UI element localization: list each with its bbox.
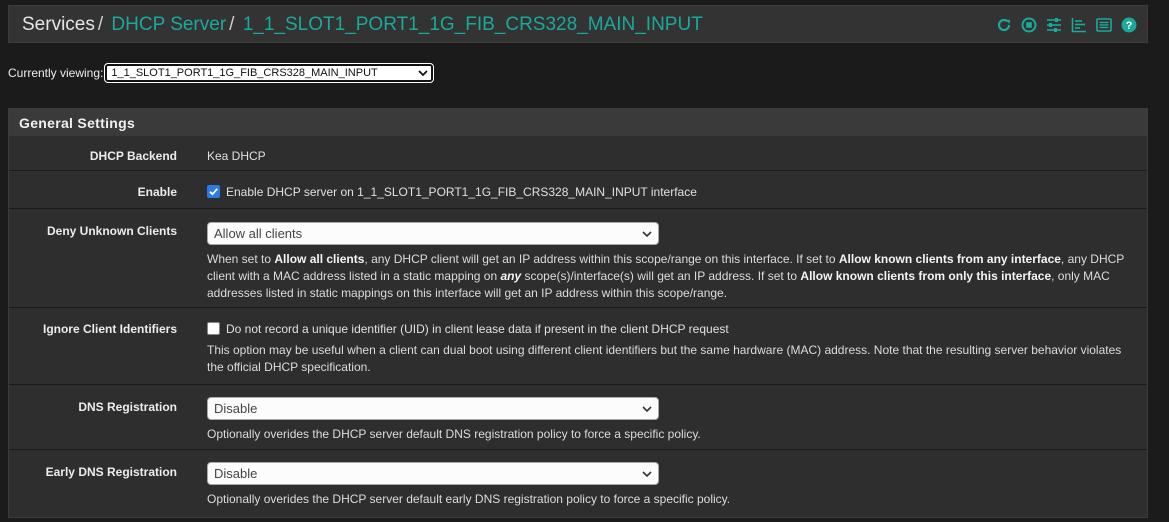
ignore-client-identifiers-field: Do not record a unique identifier (UID) … — [207, 321, 1131, 376]
interface-select-value: 1_1_SLOT1_PORT1_1G_FIB_CRS328_MAIN_INPUT — [111, 67, 378, 79]
breadcrumb: Services / DHCP Server/ 1_1_SLOT1_PORT1_1… — [22, 14, 703, 36]
row-enable: Enable Enable DHCP server on 1_1_SLOT1_P… — [9, 171, 1147, 209]
row-dhcp-backend: DHCP Backend Kea DHCP — [9, 136, 1147, 171]
ignore-client-identifiers-label: Ignore Client Identifiers — [42, 322, 177, 336]
row-dns-registration: DNS Registration Disable Optionally over… — [9, 385, 1147, 450]
early-dns-registration-field: Disable Optionally overides the DHCP ser… — [207, 462, 1131, 508]
breadcrumb-services: Services — [22, 14, 95, 35]
enable-field: Enable DHCP server on 1_1_SLOT1_PORT1_1G… — [207, 184, 1131, 201]
deny-unknown-clients-help: When set to Allow all clients, any DHCP … — [207, 251, 1131, 302]
deny-unknown-clients-field: Allow all clients When set to Allow all … — [207, 222, 1131, 302]
svg-text:?: ? — [1126, 20, 1133, 32]
deny-unknown-clients-select-value: Allow all clients — [214, 226, 303, 241]
help-text: , any DHCP client will get an IP address… — [364, 252, 839, 266]
ignore-client-identifiers-text: Do not record a unique identifier (UID) … — [226, 322, 729, 336]
enable-label: Enable — [137, 185, 177, 199]
currently-viewing-label: Currently viewing: — [8, 66, 104, 80]
checkmark-icon — [209, 188, 218, 196]
dhcp-backend-label: DHCP Backend — [89, 149, 177, 163]
dns-registration-field: Disable Optionally overides the DHCP ser… — [207, 397, 1131, 443]
ignore-client-identifiers-help: This option may be useful when a client … — [207, 343, 1122, 374]
ignore-client-identifiers-checkbox[interactable] — [207, 322, 220, 335]
dns-registration-select-value: Disable — [214, 401, 258, 416]
page-header: Services / DHCP Server/ 1_1_SLOT1_PORT1_1… — [8, 5, 1148, 43]
enable-checkbox-text: Enable DHCP server on 1_1_SLOT1_PORT1_1G… — [226, 185, 697, 199]
chevron-down-icon — [418, 70, 429, 77]
chevron-down-icon — [642, 231, 652, 238]
help-text: When set to — [207, 252, 275, 266]
breadcrumb-dhcp-server-link[interactable]: DHCP Server — [111, 14, 226, 35]
log-list-icon[interactable] — [1096, 17, 1112, 33]
reload-icon[interactable] — [996, 17, 1012, 33]
dns-registration-help: Optionally overides the DHCP server defa… — [207, 427, 701, 441]
interface-select[interactable]: 1_1_SLOT1_PORT1_1G_FIB_CRS328_MAIN_INPUT — [104, 63, 435, 83]
early-dns-registration-select-value: Disable — [214, 466, 258, 481]
breadcrumb-separator: / — [97, 14, 104, 35]
row-ignore-client-identifiers: Ignore Client Identifiers Do not record … — [9, 308, 1147, 385]
dns-registration-label: DNS Registration — [78, 400, 177, 414]
panel-title: General Settings — [9, 109, 1147, 137]
help-text: scope(s)/interface(s) will get an IP add… — [521, 269, 801, 283]
early-dns-registration-select[interactable]: Disable — [207, 462, 659, 485]
general-settings-panel: General Settings DHCP Backend Kea DHCP E… — [8, 108, 1148, 518]
row-early-dns-registration: Early DNS Registration Disable Optionall… — [9, 450, 1147, 517]
currently-viewing: Currently viewing: 1_1_SLOT1_PORT1_1G_FI… — [8, 63, 435, 83]
row-deny-unknown-clients: Deny Unknown Clients Allow all clients W… — [9, 209, 1147, 308]
chevron-down-icon — [642, 406, 652, 413]
sliders-icon[interactable] — [1046, 17, 1062, 33]
breadcrumb-interface-link[interactable]: 1_1_SLOT1_PORT1_1G_FIB_CRS328_MAIN_INPUT — [243, 14, 703, 35]
early-dns-registration-label: Early DNS Registration — [45, 465, 177, 479]
help-bold: Allow all clients — [274, 252, 365, 266]
stop-service-icon[interactable] — [1021, 17, 1037, 33]
bar-chart-icon[interactable] — [1071, 17, 1087, 33]
help-italic: any — [500, 269, 522, 283]
help-bold: Allow known clients from any interface — [838, 252, 1061, 266]
breadcrumb-separator: / — [229, 14, 235, 35]
dhcp-backend-value: Kea DHCP — [207, 149, 266, 163]
early-dns-registration-help: Optionally overides the DHCP server defa… — [207, 492, 731, 506]
enable-checkbox[interactable] — [207, 185, 220, 198]
deny-unknown-clients-label: Deny Unknown Clients — [46, 224, 177, 238]
help-bold: Allow known clients from only this inter… — [800, 269, 1052, 283]
deny-unknown-clients-select[interactable]: Allow all clients — [207, 222, 659, 245]
dns-registration-select[interactable]: Disable — [207, 397, 659, 420]
help-icon[interactable]: ? — [1121, 17, 1137, 33]
header-icon-bar: ? — [996, 17, 1137, 33]
chevron-down-icon — [642, 471, 652, 478]
